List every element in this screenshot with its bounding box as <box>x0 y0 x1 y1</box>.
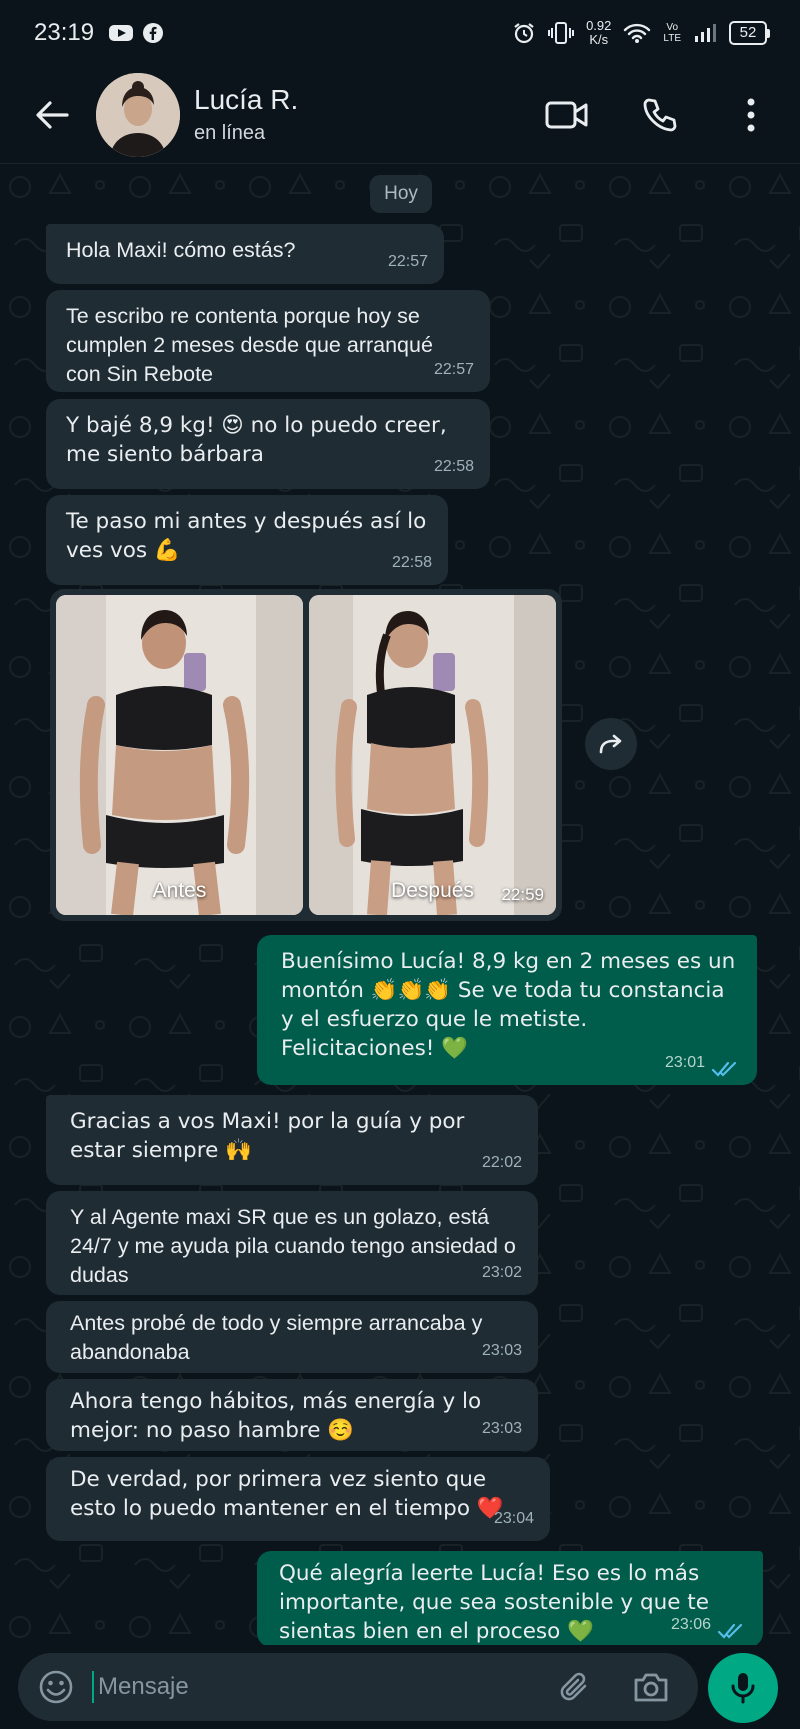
header-actions <box>544 92 774 138</box>
status-system-icons: 0.92 K/s Vo LTE 52 <box>512 19 770 47</box>
message-text: Antes probé de todo y siempre arrancaba … <box>70 1311 483 1364</box>
volte-indicator: Vo LTE <box>663 22 681 44</box>
message-time: 23:06 <box>670 1616 711 1633</box>
message-bubble[interactable]: Y bajé 8,9 kg! 😍 no lo puedo creer, me s… <box>46 399 490 489</box>
message-input[interactable]: Mensaje <box>92 1671 558 1703</box>
net-speed-unit: K/s <box>589 32 609 47</box>
message-text: Hola Maxi! cómo estás? <box>66 238 296 262</box>
wifi-icon <box>624 23 651 43</box>
message-text: De verdad, por primera vez siento que es… <box>70 1467 504 1521</box>
video-call-button[interactable] <box>544 92 590 138</box>
message-time: 23:03 <box>481 1342 522 1359</box>
photo-message[interactable]: Antes Después 22:59 <box>50 589 562 921</box>
message-input-box[interactable]: Mensaje <box>18 1653 698 1721</box>
contact-info[interactable]: Lucía R. en línea <box>194 84 298 145</box>
message-bubble[interactable]: Ahora tengo hábitos, más energía y lo me… <box>46 1379 538 1451</box>
message-bubble[interactable]: De verdad, por primera vez siento que es… <box>46 1457 550 1541</box>
message-time: 22:02 <box>481 1154 522 1171</box>
attach-icon[interactable] <box>558 1669 592 1705</box>
phone-icon <box>643 98 677 131</box>
net-speed-value: 0.92 <box>586 18 612 33</box>
contact-name: Lucía R. <box>194 84 299 115</box>
mic-icon <box>731 1673 755 1704</box>
message-time: 22:57 <box>387 253 428 270</box>
voice-call-button[interactable] <box>636 92 682 138</box>
message-bubble[interactable]: Y al Agente maxi SR que es un golazo, es… <box>46 1191 538 1295</box>
battery-tip <box>767 28 770 38</box>
contact-status: en línea <box>194 122 266 144</box>
message-bubble[interactable]: Antes probé de todo y siempre arrancaba … <box>46 1301 538 1373</box>
message-bubble[interactable]: Hola Maxi! cómo estás? 22:57 <box>46 224 444 284</box>
video-call-icon <box>545 101 588 128</box>
message-text: Gracias a vos Maxi! por la guía y por es… <box>70 1109 465 1163</box>
camera-icon[interactable] <box>632 1670 670 1704</box>
voice-message-button[interactable] <box>708 1653 778 1723</box>
emoji-icon[interactable] <box>38 1669 74 1705</box>
message-time: 22:57 <box>433 361 474 378</box>
status-bar: 23:19 0.92 K/s Vo LTE 52 <box>0 0 800 66</box>
message-text: Y bajé 8,9 kg! 😍 no lo puedo creer, me s… <box>66 413 447 467</box>
battery-indicator: 52 <box>729 21 770 45</box>
facebook-icon <box>143 23 164 43</box>
message-text: Ahora tengo hábitos, más energía y lo me… <box>70 1389 482 1443</box>
before-photo-image <box>56 595 303 915</box>
message-time: 22:58 <box>391 554 432 571</box>
volte-top: Vo <box>666 22 679 33</box>
back-button[interactable] <box>30 93 74 137</box>
youtube-icon <box>109 25 134 41</box>
message-time: 23:04 <box>493 1510 534 1527</box>
message-text: Qué alegría leerte Lucía! Eso es lo más … <box>279 1561 709 1644</box>
signal-icon <box>695 24 716 42</box>
alarm-icon <box>514 23 534 44</box>
date-chip: Hoy <box>370 175 432 213</box>
before-caption: Antes <box>152 879 207 902</box>
more-vert-icon <box>747 98 755 131</box>
after-photo-image <box>309 595 556 915</box>
more-options-button[interactable] <box>728 92 774 138</box>
battery-level: 52 <box>729 21 767 45</box>
message-bubble[interactable]: Buenísimo Lucía! 8,9 kg en 2 meses es un… <box>257 935 757 1085</box>
network-speed: 0.92 K/s <box>586 19 611 47</box>
after-photo[interactable]: Después 22:59 <box>309 595 556 915</box>
double-check-icon <box>711 1061 737 1077</box>
message-time: 23:01 <box>664 1054 705 1071</box>
message-bubble[interactable]: Te escribo re contenta porque hoy se cum… <box>46 290 490 392</box>
chat-header: Lucía R. en línea <box>0 66 800 164</box>
forward-button[interactable] <box>585 718 637 770</box>
volte-bottom: LTE <box>663 33 681 44</box>
photo-time: 22:59 <box>501 885 544 904</box>
input-actions <box>558 1669 670 1705</box>
message-text: Te escribo re contenta porque hoy se cum… <box>66 304 433 386</box>
message-time: 22:58 <box>433 458 474 475</box>
message-bubble[interactable]: Qué alegría leerte Lucía! Eso es lo más … <box>257 1551 763 1645</box>
message-text: Te paso mi antes y después así lo ves vo… <box>66 509 427 563</box>
message-time: 23:03 <box>481 1420 522 1437</box>
message-bubble[interactable]: Te paso mi antes y después así lo ves vo… <box>46 495 448 585</box>
message-text: Buenísimo Lucía! 8,9 kg en 2 meses es un… <box>281 949 736 1061</box>
chat-area[interactable]: Hoy Hola Maxi! cómo estás? 22:57 Te escr… <box>0 165 800 1645</box>
message-bubble[interactable]: Gracias a vos Maxi! por la guía y por es… <box>46 1095 538 1185</box>
status-time: 23:19 <box>34 19 95 46</box>
message-text: Y al Agente maxi SR que es un golazo, es… <box>70 1205 516 1287</box>
before-photo[interactable]: Antes <box>56 595 303 915</box>
vibrate-icon <box>548 22 575 44</box>
status-notification-icons <box>108 22 164 44</box>
message-composer: Mensaje <box>0 1645 800 1729</box>
message-time: 23:02 <box>481 1264 522 1281</box>
double-check-icon <box>717 1623 743 1639</box>
contact-avatar[interactable] <box>96 72 180 157</box>
back-arrow-icon <box>36 100 69 129</box>
forward-icon <box>599 734 622 754</box>
